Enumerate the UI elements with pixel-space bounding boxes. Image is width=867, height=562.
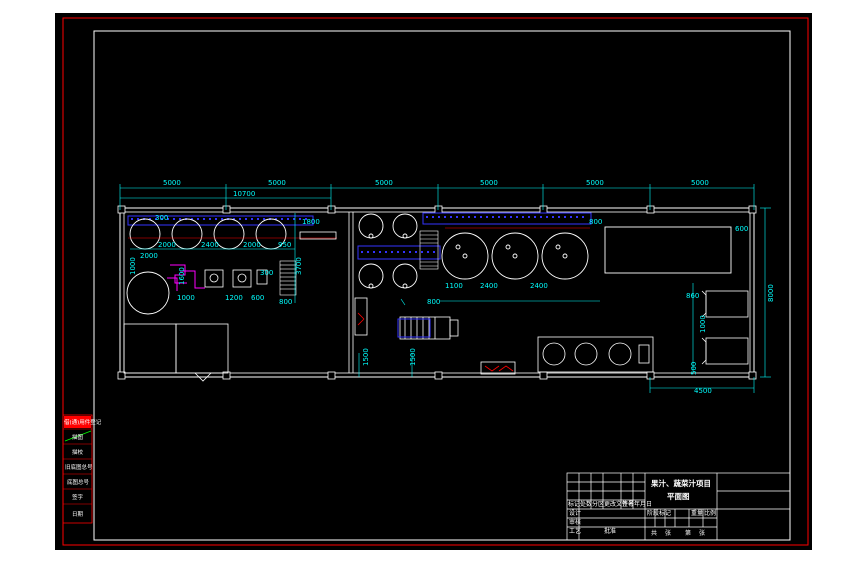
dim-top-3: 5000 <box>375 179 393 187</box>
dim-left-6: 1800 <box>302 218 320 226</box>
conveyor-mid-top <box>422 212 592 225</box>
dim-bottom-right: 4500 <box>694 387 712 395</box>
dim-mid-3: 2400 <box>480 282 498 290</box>
drawing-name: 平面图 <box>667 492 690 501</box>
dim-right-5: 500 <box>690 362 698 375</box>
conveyor-mid-top-rollers <box>426 216 584 218</box>
filling-machine <box>604 226 732 274</box>
side-stamp: 借(通)用件登记 描图 描校 旧底图总号 底图总号 签字 日期 <box>62 414 102 524</box>
homogenizer <box>399 316 459 340</box>
dim-mid-5: 800 <box>427 298 440 306</box>
tb-sheet-2: 张 <box>665 529 671 537</box>
building-outer-wall <box>119 207 755 378</box>
dim-mid-1: 800 <box>589 218 602 226</box>
tank-large-left <box>126 271 170 315</box>
dim-top-5: 5000 <box>586 179 604 187</box>
stairs-left <box>279 260 297 296</box>
stamp-cell-6: 签字 <box>72 493 84 501</box>
tank-2 <box>171 218 203 250</box>
piping-left <box>167 264 205 291</box>
project-title: 果汁、蔬菜汁项目 <box>651 478 711 488</box>
tb-header-6: 年月日 <box>634 500 652 508</box>
building-inner-wall <box>123 211 751 374</box>
dim-mid-2: 1100 <box>445 282 463 290</box>
tb-stage-1: 阶段标记 <box>647 509 671 517</box>
storage-room-a <box>123 323 177 374</box>
dim-left-7: 2000 <box>140 252 158 260</box>
tb-row-2: 审核 <box>569 518 581 526</box>
dim-left-11: 300 <box>260 269 273 277</box>
storage-room-b <box>175 323 229 374</box>
tb-row-4: 批准 <box>604 527 616 535</box>
tb-row-1: 设计 <box>569 509 581 517</box>
inner-drawing-frame <box>93 30 791 541</box>
conveyor-homogenizer <box>397 318 431 338</box>
dim-top-2: 5000 <box>268 179 286 187</box>
dim-left-14: 800 <box>279 298 292 306</box>
process-units <box>204 269 268 288</box>
tb-stage-3: 比例 <box>704 509 716 517</box>
tb-sheet-1: 共 <box>651 529 657 537</box>
dim-secondary: 10700 <box>233 190 255 198</box>
stamp-cell-2: 描图 <box>72 433 84 441</box>
tb-header-3: 分区 <box>592 500 604 508</box>
tb-stage-2: 重量 <box>691 509 703 517</box>
title-block-text: 果汁、蔬菜汁项目 平面图 标记 处数 分区 更改文件号 签名 年月日 设计 审核… <box>568 478 716 537</box>
dim-left-12: 1200 <box>225 294 243 302</box>
dim-left-3: 2400 <box>201 241 219 249</box>
dim-right-1: 600 <box>735 225 748 233</box>
floor-plan <box>117 205 757 382</box>
red-tray <box>480 361 516 375</box>
dim-left-9: 3700 <box>295 257 303 275</box>
tb-header-2: 处数 <box>580 500 592 508</box>
dim-bottom-1: 1500 <box>362 348 370 366</box>
dim-left-5: 950 <box>278 241 291 249</box>
tb-header-1: 标记 <box>568 500 580 508</box>
dim-right-3: 860 <box>686 292 699 300</box>
cad-viewport[interactable]: 5000 5000 5000 5000 5000 5000 10700 300 … <box>55 13 812 550</box>
tb-row-3: 工艺 <box>569 527 581 535</box>
dim-top-1: 5000 <box>163 179 181 187</box>
dim-top-4: 5000 <box>480 179 498 187</box>
stamp-cell-4: 旧底图总号 <box>65 463 93 471</box>
dim-top-6: 5000 <box>691 179 709 187</box>
dim-left-2: 2000 <box>158 241 176 249</box>
stamp-cell-1: 借(通)用件登记 <box>64 418 102 426</box>
dim-right-2: 8000 <box>767 284 775 302</box>
tanks-large-right <box>441 232 589 280</box>
stairs-right <box>419 230 439 270</box>
cad-drawing-canvas[interactable]: 5000 5000 5000 5000 5000 5000 10700 300 … <box>55 13 812 550</box>
tb-sheet-3: 第 <box>685 529 691 537</box>
tb-header-5: 签名 <box>622 500 634 508</box>
dim-left-8: 1000 <box>129 257 137 275</box>
dim-right-4: 1000 <box>699 315 707 333</box>
dim-left-15: 1000 <box>177 294 195 302</box>
dim-left-1: 300 <box>155 214 168 222</box>
sterilizer-unit <box>537 336 654 373</box>
tb-sheet-4: 张 <box>699 529 705 537</box>
stamp-cell-7: 日期 <box>72 511 84 518</box>
dim-mid-4: 2400 <box>530 282 548 290</box>
stamp-cell-3: 描校 <box>72 448 84 456</box>
equipment-right <box>701 290 749 365</box>
dim-bottom-2: 1500 <box>409 348 417 366</box>
dim-left-4: 2000 <box>243 241 261 249</box>
dim-left-10: 1600 <box>178 267 186 285</box>
tank-1 <box>129 218 161 250</box>
dim-left-13: 600 <box>251 294 264 302</box>
stamp-cell-5: 底图总号 <box>67 478 90 486</box>
